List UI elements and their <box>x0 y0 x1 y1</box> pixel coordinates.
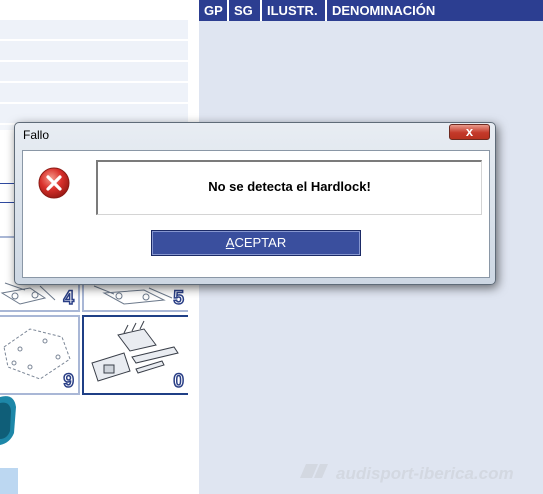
thumbnail-number: 0 <box>173 370 185 393</box>
dialog-body: No se detecta el Hardlock! ACEPTAR <box>22 150 490 278</box>
group-list <box>0 20 188 130</box>
column-header-illustr[interactable]: ILUSTR. <box>262 0 327 21</box>
scroll-marker <box>0 468 18 494</box>
watermark-logo-icon <box>300 464 328 478</box>
accept-button-label: CEPTAR <box>234 235 287 250</box>
error-dialog: Fallo x No se detecta el Hardlock! ACEPT… <box>14 122 496 285</box>
illustration-thumbnail-selected[interactable]: 0 <box>82 315 190 395</box>
column-header-denominacion[interactable]: DENOMINACIÓN <box>327 0 543 21</box>
close-button[interactable]: x <box>449 124 490 140</box>
list-item[interactable] <box>0 20 188 41</box>
close-icon: x <box>465 124 474 139</box>
thumbnail-number: 4 <box>63 287 75 310</box>
thumbnail-number: 9 <box>63 370 75 393</box>
dialog-title: Fallo <box>23 128 50 142</box>
error-icon <box>38 167 70 199</box>
watermark-text: audisport-iberica.com <box>336 464 514 483</box>
column-header-sg[interactable]: SG <box>229 0 262 21</box>
error-message: No se detecta el Hardlock! <box>96 160 482 215</box>
list-item[interactable] <box>0 41 188 62</box>
seat-image-icon <box>0 396 16 445</box>
thumbnail-number: 5 <box>173 287 185 310</box>
column-header-gp[interactable]: GP <box>199 0 229 21</box>
accept-button[interactable]: ACEPTAR <box>151 230 361 256</box>
list-item[interactable] <box>0 62 188 83</box>
list-item[interactable] <box>0 83 188 104</box>
illustration-thumbnail[interactable]: 9 <box>0 315 80 395</box>
